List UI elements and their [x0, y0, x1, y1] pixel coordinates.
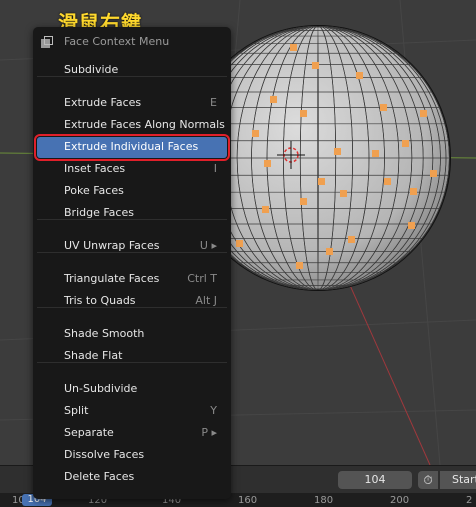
- selected-face: [402, 140, 409, 147]
- selected-face: [290, 44, 297, 51]
- selected-face: [384, 178, 391, 185]
- menu-item-label: UV Unwrap Faces: [64, 239, 160, 252]
- menu-item-label: Extrude Individual Faces: [64, 140, 199, 153]
- menu-item-extrude-faces[interactable]: Extrude Faces E: [37, 93, 227, 114]
- menu-item-shortcut: Y: [210, 404, 217, 417]
- selected-face: [348, 236, 355, 243]
- menu-item-bridge-faces[interactable]: Bridge Faces: [37, 203, 227, 224]
- menu-item-dissolve-faces[interactable]: Dissolve Faces: [37, 445, 227, 466]
- menu-item-delete-faces[interactable]: Delete Faces: [37, 467, 227, 488]
- selected-face: [410, 188, 417, 195]
- selected-face: [252, 130, 259, 137]
- selected-face: [312, 62, 319, 69]
- menu-item-label: Tris to Quads: [64, 294, 136, 307]
- ruler-tick: 180: [314, 495, 334, 506]
- menu-item-label: Dissolve Faces: [64, 448, 145, 461]
- menu-item-label: Delete Faces: [64, 470, 135, 483]
- selected-face: [420, 110, 427, 117]
- menu-item-shortcut: U ▸: [199, 239, 217, 252]
- menu-item-shortcut: Alt J: [195, 294, 217, 307]
- menu-item-poke-faces[interactable]: Poke Faces: [37, 181, 227, 202]
- selected-face: [236, 240, 243, 247]
- menu-item-label: Triangulate Faces: [64, 272, 160, 285]
- menu-item-label: Split: [64, 404, 89, 417]
- menu-separator: [37, 307, 227, 308]
- menu-separator: [37, 252, 227, 253]
- face-context-menu: Face Context Menu Subdivide Extrude Faces…: [33, 27, 231, 499]
- menu-item-triangulate-faces[interactable]: Triangulate Faces Ctrl T: [37, 269, 227, 290]
- menu-title: Face Context Menu: [64, 35, 170, 48]
- selected-face: [296, 262, 303, 269]
- menu-item-extrude-faces-along-normals[interactable]: Extrude Faces Along Normals: [37, 115, 227, 136]
- selected-face: [372, 150, 379, 157]
- menu-item-inset-faces[interactable]: Inset Faces I: [37, 159, 227, 180]
- clock-icon[interactable]: ⏱: [418, 471, 438, 489]
- selected-face: [356, 72, 363, 79]
- menu-item-label: Subdivide: [64, 63, 119, 76]
- selected-face: [408, 222, 415, 229]
- selected-face: [318, 178, 325, 185]
- menu-separator: [37, 76, 227, 77]
- menu-item-extrude-individual-faces[interactable]: Extrude Individual Faces: [34, 134, 230, 161]
- menu-item-subdivide[interactable]: Subdivide: [37, 60, 227, 81]
- menu-item-shortcut: I: [213, 162, 217, 175]
- face-select-icon: [41, 36, 53, 48]
- selected-face: [326, 248, 333, 255]
- selected-face: [300, 110, 307, 117]
- ruler-tick: 160: [238, 495, 258, 506]
- selected-face: [340, 190, 347, 197]
- selected-face: [380, 104, 387, 111]
- ruler-tick: 2: [466, 495, 473, 506]
- menu-item-uv-unwrap-faces[interactable]: UV Unwrap Faces U ▸: [37, 236, 227, 257]
- menu-item-label: Un-Subdivide: [64, 382, 138, 395]
- selected-face: [334, 148, 341, 155]
- menu-item-label: Extrude Faces: [64, 96, 142, 109]
- menu-item-shortcut: P ▸: [201, 426, 217, 439]
- menu-separator: [37, 362, 227, 363]
- menu-item-shortcut: E: [210, 96, 217, 109]
- selected-face: [262, 206, 269, 213]
- selected-face: [270, 96, 277, 103]
- menu-item-label: Bridge Faces: [64, 206, 134, 219]
- menu-item-label: Shade Flat: [64, 349, 123, 362]
- start-frame-field[interactable]: Start: [440, 471, 476, 489]
- menu-item-tris-to-quads[interactable]: Tris to Quads Alt J: [37, 291, 227, 312]
- menu-item-separate[interactable]: Separate P ▸: [37, 423, 227, 444]
- menu-item-split[interactable]: Split Y: [37, 401, 227, 422]
- menu-item-shade-smooth[interactable]: Shade Smooth: [37, 324, 227, 345]
- selected-face: [300, 198, 307, 205]
- menu-item-shade-flat[interactable]: Shade Flat: [37, 346, 227, 367]
- menu-item-label: Poke Faces: [64, 184, 124, 197]
- current-frame-field[interactable]: 104: [338, 471, 412, 489]
- menu-item-label: Extrude Faces Along Normals: [64, 118, 225, 131]
- menu-header: Face Context Menu: [33, 27, 231, 55]
- menu-item-label: Separate: [64, 426, 114, 439]
- menu-item-un-subdivide[interactable]: Un-Subdivide: [37, 379, 227, 400]
- menu-item-label: Shade Smooth: [64, 327, 145, 340]
- menu-item-shortcut: Ctrl T: [187, 272, 217, 285]
- ruler-tick: 200: [390, 495, 410, 506]
- menu-item-label: Inset Faces: [64, 162, 126, 175]
- menu-separator: [37, 219, 227, 220]
- selected-face: [430, 170, 437, 177]
- selected-face: [264, 160, 271, 167]
